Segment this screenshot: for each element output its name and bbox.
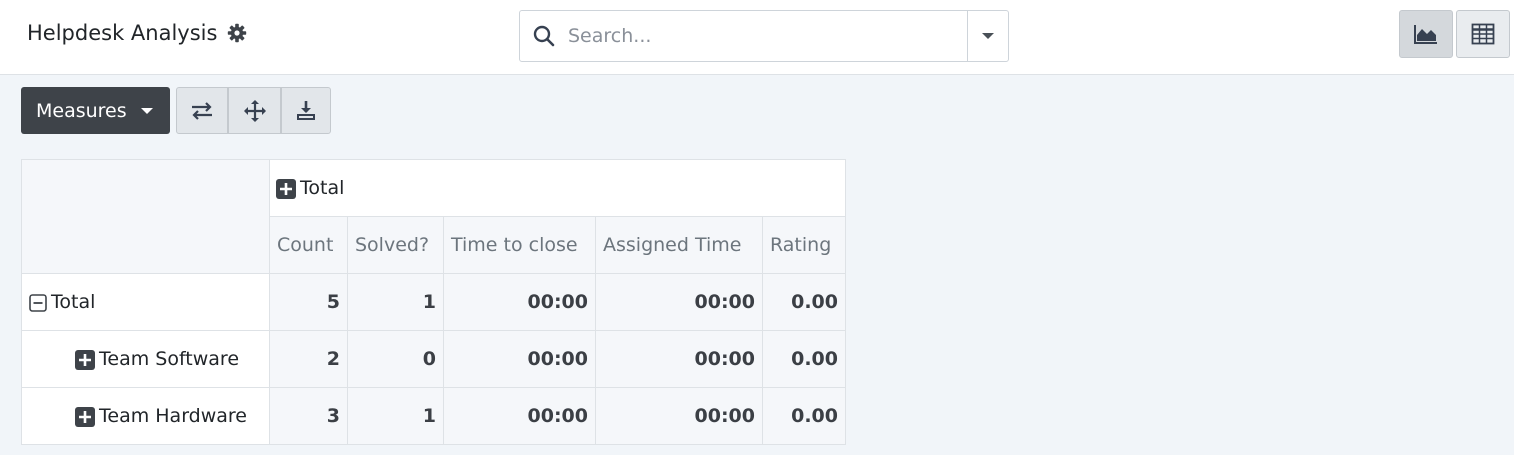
table-icon (1471, 23, 1495, 45)
cell-assigned-time[interactable]: 00:00 (595, 387, 763, 445)
cell-assigned-time[interactable]: 00:00 (595, 273, 763, 331)
download-button[interactable] (281, 87, 331, 134)
download-icon (297, 100, 315, 120)
measure-header-time-to-close[interactable]: Time to close (443, 216, 596, 274)
row-label: Team Software (99, 348, 240, 370)
table-row: Team Hardware 3 1 00:00 00:00 0.00 (21, 387, 846, 445)
plus-square-icon (276, 178, 296, 199)
cell-rating[interactable]: 0.00 (762, 273, 846, 331)
table-row: Team Software 2 0 00:00 00:00 0.00 (21, 330, 846, 388)
column-header-total-label: Total (300, 177, 345, 199)
graph-view-button[interactable] (1399, 10, 1453, 58)
chevron-down-icon (982, 33, 994, 39)
cell-solved[interactable]: 1 (347, 273, 444, 331)
row-header-total[interactable]: Total (21, 273, 270, 331)
table-row: Total 5 1 00:00 00:00 0.00 (21, 273, 846, 331)
measure-header-solved[interactable]: Solved? (347, 216, 444, 274)
breadcrumb: Helpdesk Analysis (27, 21, 247, 45)
pivot-corner (21, 159, 270, 274)
minus-square-icon (29, 293, 47, 312)
cell-count[interactable]: 3 (269, 387, 348, 445)
row-header-team-software[interactable]: Team Software (21, 330, 270, 388)
cell-solved[interactable]: 1 (347, 387, 444, 445)
plus-square-icon (75, 349, 95, 370)
cell-rating[interactable]: 0.00 (762, 330, 846, 388)
pivot-view-button[interactable] (1456, 10, 1510, 58)
measure-header-rating[interactable]: Rating (762, 216, 846, 274)
cell-count[interactable]: 2 (269, 330, 348, 388)
control-panel: Helpdesk Analysis (0, 0, 1514, 75)
search-bar (519, 10, 1009, 62)
cell-assigned-time[interactable]: 00:00 (595, 330, 763, 388)
cell-solved[interactable]: 0 (347, 330, 444, 388)
expand-all-button[interactable] (228, 87, 281, 134)
area-chart-icon (1414, 25, 1437, 44)
measure-header-count[interactable]: Count (269, 216, 348, 274)
flip-axis-icon (192, 101, 212, 120)
page-title: Helpdesk Analysis (27, 21, 218, 45)
cell-time-to-close[interactable]: 00:00 (443, 330, 596, 388)
flip-axis-button[interactable] (176, 87, 228, 134)
chevron-down-icon (140, 107, 153, 114)
measures-label: Measures (36, 99, 127, 122)
cell-time-to-close[interactable]: 00:00 (443, 387, 596, 445)
search-input[interactable] (568, 12, 967, 60)
measures-dropdown-button[interactable]: Measures (21, 87, 170, 134)
row-label: Total (51, 291, 96, 313)
pivot-table: Total Count Solved? Time to close Assign… (21, 159, 846, 445)
expand-all-icon (243, 99, 266, 122)
row-header-team-hardware[interactable]: Team Hardware (21, 387, 270, 445)
plus-square-icon (75, 406, 95, 427)
row-label: Team Hardware (99, 405, 247, 427)
search-icon (520, 11, 568, 61)
gear-icon[interactable] (227, 23, 247, 43)
measure-header-assigned-time[interactable]: Assigned Time (595, 216, 763, 274)
column-header-total[interactable]: Total (269, 159, 846, 217)
search-options-toggle[interactable] (967, 11, 1008, 61)
cell-time-to-close[interactable]: 00:00 (443, 273, 596, 331)
cell-rating[interactable]: 0.00 (762, 387, 846, 445)
cell-count[interactable]: 5 (269, 273, 348, 331)
